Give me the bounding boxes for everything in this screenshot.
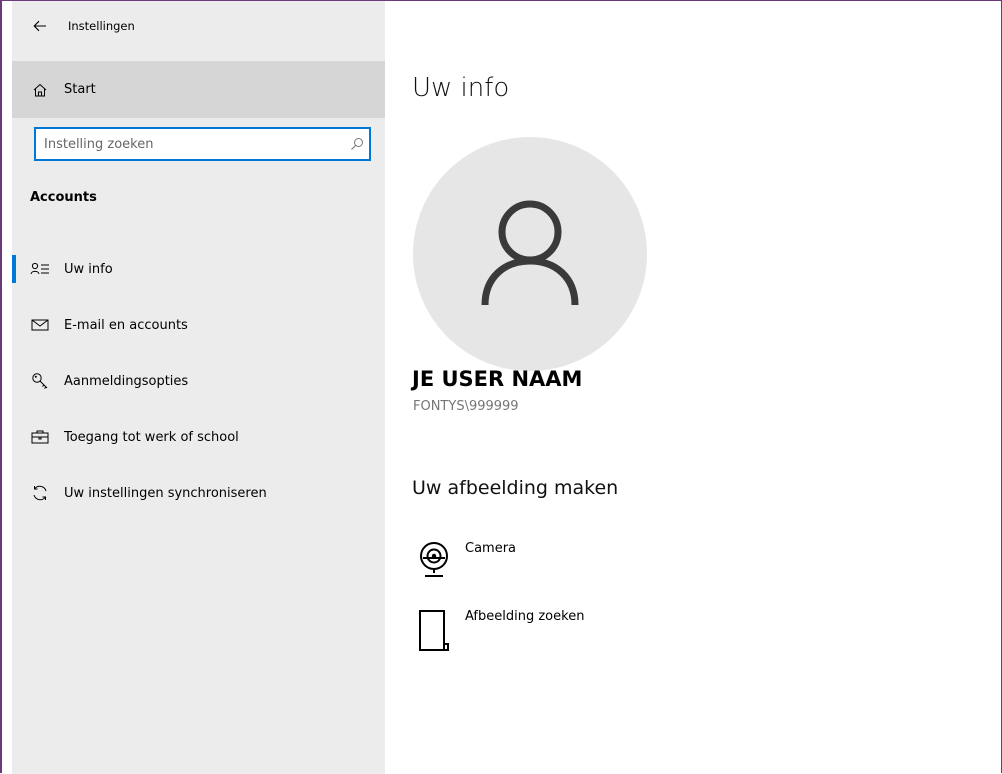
user-name: JE USER NAAM	[412, 367, 583, 391]
nav-home[interactable]: Start	[12, 61, 385, 118]
nav-item-work-school[interactable]: Toegang tot werk of school	[12, 421, 385, 453]
page-title: Uw info	[412, 73, 510, 103]
user-info-icon	[28, 259, 52, 279]
key-icon	[28, 371, 52, 391]
nav-item-label: E-mail en accounts	[64, 317, 188, 333]
user-account: FONTYS\999999	[413, 399, 519, 414]
nav-item-label: Uw instellingen synchroniseren	[64, 485, 267, 501]
search-box[interactable]	[34, 127, 371, 161]
app-title: Instellingen	[68, 19, 135, 33]
section-title: Accounts	[30, 190, 97, 205]
avatar	[413, 137, 647, 371]
mail-icon	[28, 315, 52, 335]
title-bar: Instellingen	[12, 1, 385, 51]
back-arrow-icon	[33, 20, 46, 32]
nav-item-label: Toegang tot werk of school	[64, 429, 239, 445]
nav-item-label: Aanmeldingsopties	[64, 373, 189, 389]
briefcase-icon	[28, 427, 52, 447]
search-input[interactable]	[36, 135, 345, 153]
person-placeholder-icon	[481, 200, 579, 306]
nav-item-uw-info[interactable]: Uw info	[12, 253, 385, 285]
settings-window: Instellingen Start Accounts	[0, 0, 1002, 774]
back-button[interactable]	[22, 8, 58, 44]
search-icon[interactable]	[345, 137, 369, 151]
main-content: Uw info JE USER NAAM FONTYS\999999 Uw af…	[385, 1, 1002, 774]
nav-item-sign-in-options[interactable]: Aanmeldingsopties	[12, 365, 385, 397]
nav-item-email-accounts[interactable]: E-mail en accounts	[12, 309, 385, 341]
browse-picture-option[interactable]: Afbeelding zoeken	[415, 607, 585, 651]
sidebar: Instellingen Start Accounts	[12, 1, 385, 774]
picture-heading: Uw afbeelding maken	[412, 477, 619, 499]
nav-home-label: Start	[64, 82, 96, 97]
browse-picture-label: Afbeelding zoeken	[465, 609, 585, 624]
camera-option[interactable]: Camera	[415, 539, 516, 579]
camera-label: Camera	[465, 541, 517, 556]
webcam-icon	[415, 539, 455, 579]
browse-file-icon	[415, 607, 455, 651]
sync-icon	[28, 483, 52, 503]
home-icon	[28, 80, 52, 100]
nav-item-sync-settings[interactable]: Uw instellingen synchroniseren	[12, 477, 385, 509]
nav-item-label: Uw info	[64, 261, 113, 277]
